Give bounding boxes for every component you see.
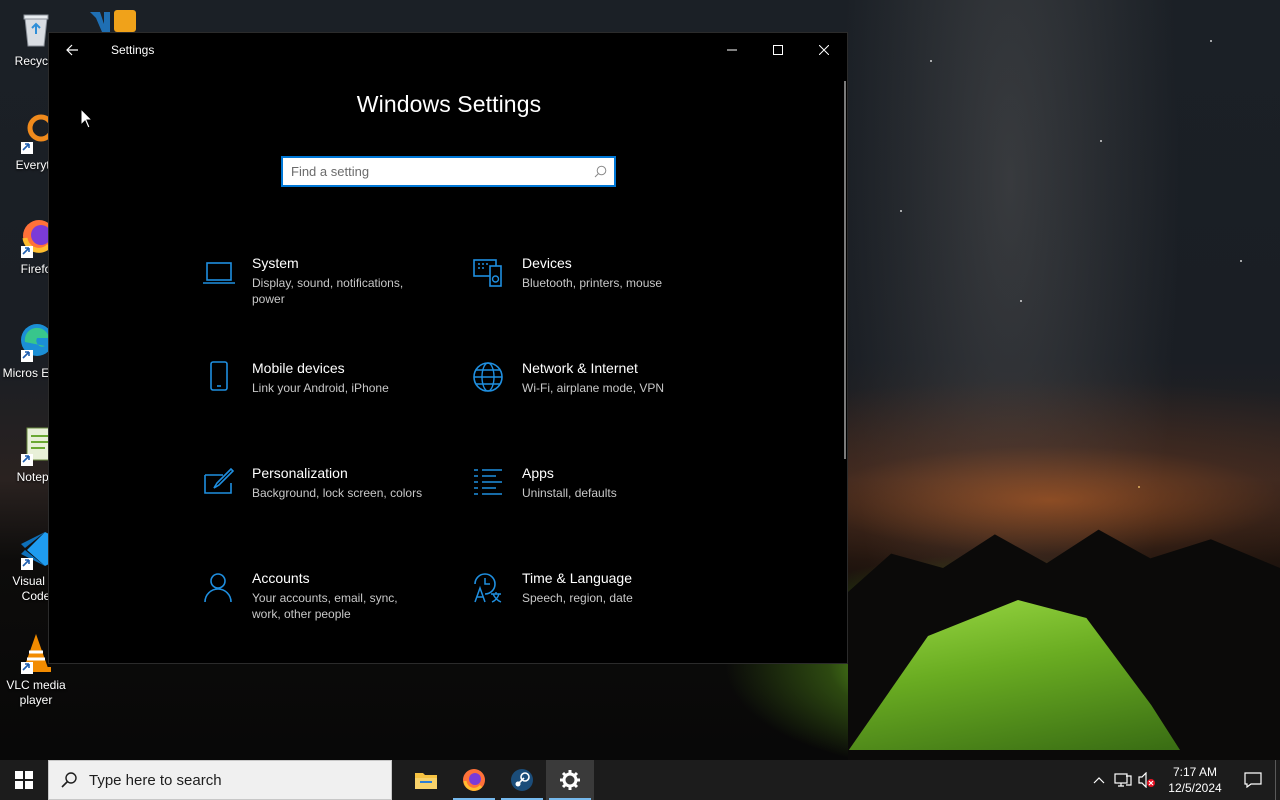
category-mobile-devices[interactable]: Mobile devices Link your Android, iPhone	[201, 360, 451, 440]
windows-logo-icon	[15, 771, 33, 789]
close-button[interactable]	[801, 33, 847, 67]
category-title: Apps	[522, 465, 554, 481]
category-description: Display, sound, notifications, power	[252, 276, 404, 306]
taskbar-search-placeholder: Type here to search	[89, 771, 222, 789]
network-status-button[interactable]	[1111, 760, 1135, 800]
category-title: System	[252, 255, 299, 271]
laptop-icon	[201, 255, 237, 291]
show-desktop-button[interactable]	[1275, 760, 1280, 800]
category-title: Network & Internet	[522, 360, 638, 376]
desktop-icon-label: VLC media player	[6, 678, 66, 707]
chevron-up-icon	[1093, 777, 1105, 784]
maximize-icon	[773, 45, 783, 55]
category-personalization[interactable]: Personalization Background, lock screen,…	[201, 465, 451, 545]
app-logo-icon	[90, 10, 136, 32]
show-hidden-icons-button[interactable]	[1087, 760, 1111, 800]
clock-time: 7:17 AM	[1172, 765, 1218, 779]
category-time-language[interactable]: Time & Language Speech, region, date	[471, 570, 721, 650]
category-description: Speech, region, date	[522, 591, 633, 605]
notification-icon	[1244, 772, 1262, 788]
volume-muted-icon	[1138, 772, 1155, 788]
wallpaper-star	[930, 60, 932, 62]
title-bar[interactable]: Settings	[49, 33, 847, 67]
category-title: Mobile devices	[252, 360, 345, 376]
steam-icon	[511, 769, 533, 791]
category-title: Time & Language	[522, 570, 632, 586]
wallpaper-star	[1138, 486, 1140, 488]
system-tray: 7:17 AM 12/5/2024	[1087, 760, 1280, 800]
taskbar: Type here to search 7:17 AM 12/5/2024	[0, 760, 1280, 800]
settings-search[interactable]	[281, 156, 616, 187]
category-description: Uninstall, defaults	[522, 486, 617, 500]
category-title: Devices	[522, 255, 572, 271]
search-input[interactable]	[283, 158, 586, 185]
search-icon[interactable]	[586, 165, 614, 178]
devices-icon	[471, 255, 507, 291]
start-button[interactable]	[0, 760, 48, 800]
gear-icon	[560, 770, 580, 790]
globe-icon	[471, 360, 507, 396]
category-description: Background, lock screen, colors	[252, 486, 423, 500]
network-icon	[1114, 773, 1132, 787]
back-arrow-icon	[66, 44, 78, 56]
person-icon	[201, 570, 237, 606]
close-icon	[819, 45, 829, 55]
taskbar-search-box[interactable]: Type here to search	[48, 760, 392, 800]
phone-icon	[201, 360, 237, 396]
category-accounts[interactable]: Accounts Your accounts, email, sync, wor…	[201, 570, 451, 650]
volume-button[interactable]	[1135, 760, 1159, 800]
folder-icon	[415, 773, 437, 789]
search-icon	[49, 772, 89, 788]
wallpaper-star	[900, 210, 902, 212]
window-title: Settings	[111, 43, 155, 57]
back-button[interactable]	[49, 33, 95, 67]
category-description: Wi-Fi, airplane mode, VPN	[522, 381, 665, 395]
category-network-internet[interactable]: Network & Internet Wi-Fi, airplane mode,…	[471, 360, 721, 440]
wallpaper-star	[1240, 260, 1242, 262]
wallpaper-star	[1020, 300, 1022, 302]
action-center-button[interactable]	[1231, 760, 1275, 800]
maximize-button[interactable]	[755, 33, 801, 67]
category-apps[interactable]: Apps Uninstall, defaults	[471, 465, 721, 545]
category-system[interactable]: System Display, sound, notifications, po…	[201, 255, 451, 335]
wallpaper-star	[1210, 40, 1212, 42]
category-title: Personalization	[252, 465, 348, 481]
taskbar-firefox[interactable]	[450, 760, 498, 800]
category-description: Your accounts, email, sync, work, other …	[252, 591, 398, 621]
category-description: Link your Android, iPhone	[252, 381, 389, 395]
paint-icon	[201, 465, 237, 501]
firefox-icon	[463, 769, 485, 791]
taskbar-file-explorer[interactable]	[402, 760, 450, 800]
mouse-cursor-icon	[80, 108, 94, 129]
apps-list-icon	[471, 465, 507, 501]
minimize-button[interactable]	[709, 33, 755, 67]
scrollbar[interactable]	[844, 81, 846, 459]
window-controls	[709, 33, 847, 67]
taskbar-steam[interactable]	[498, 760, 546, 800]
clock-date: 12/5/2024	[1168, 781, 1222, 795]
minimize-icon	[727, 49, 737, 51]
settings-window: Settings Windows Settings System Display…	[48, 32, 848, 664]
wallpaper-star	[1100, 140, 1102, 142]
page-title: Windows Settings	[356, 91, 542, 117]
category-devices[interactable]: Devices Bluetooth, printers, mouse	[471, 255, 721, 335]
category-title: Accounts	[252, 570, 310, 586]
time-language-icon	[471, 570, 507, 606]
taskbar-settings[interactable]	[546, 760, 594, 800]
taskbar-clock[interactable]: 7:17 AM 12/5/2024	[1159, 764, 1231, 796]
category-description: Bluetooth, printers, mouse	[522, 276, 663, 290]
